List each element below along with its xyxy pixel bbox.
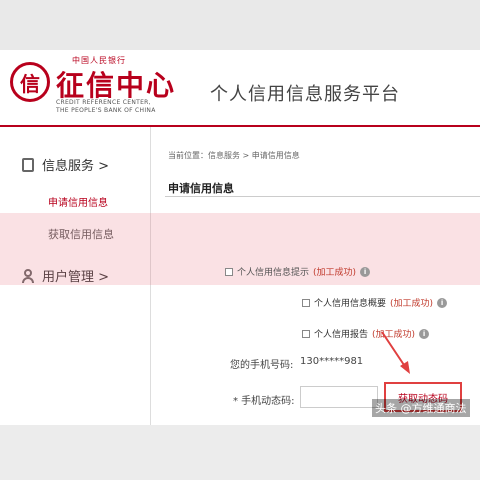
page-title: 申请信用信息 — [168, 182, 234, 195]
info-icon[interactable]: i — [360, 266, 371, 277]
sidebar-section-label: 信息服务 > — [42, 159, 110, 174]
option-credit-info-hint[interactable]: 个人信用信息提示 (加工成功) i — [225, 265, 371, 278]
sms-code-input[interactable] — [300, 386, 378, 408]
title-divider — [165, 196, 480, 197]
credit-center-logo-icon: 信 — [10, 62, 50, 102]
option-label: 个人信用信息提示 — [237, 268, 310, 278]
status-badge: (加工成功) — [390, 299, 434, 309]
checkbox[interactable] — [225, 267, 233, 276]
sidebar-item-apply-credit-info[interactable]: 申请信用信息 — [48, 194, 108, 209]
breadcrumb: 当前位置：信息服务 > 申请信用信息 — [168, 151, 300, 160]
watermark: 头条 @方维通商法 — [372, 399, 470, 417]
option-label: 个人信用信息概要 — [314, 299, 387, 309]
phone-value: 130*****981 — [300, 356, 364, 367]
option-credit-info-summary[interactable]: 个人信用信息概要 (加工成功) i — [302, 296, 448, 309]
document-icon — [22, 157, 34, 172]
red-arrow-icon — [381, 331, 410, 374]
bottom-band — [0, 425, 480, 480]
info-icon[interactable]: i — [419, 328, 430, 339]
sidebar-section-info-service[interactable]: 信息服务 > — [22, 155, 109, 174]
checkbox[interactable] — [302, 298, 310, 307]
sms-code-label: * 手机动态码: — [233, 396, 295, 407]
logo-subtitle-1: CREDIT REFERENCE CENTER, — [56, 99, 151, 106]
phone-label: 您的手机号码: — [230, 360, 294, 371]
checkbox[interactable] — [302, 329, 310, 338]
option-label: 个人信用报告 — [314, 330, 369, 340]
logo-subtitle-2: THE PEOPLE'S BANK OF CHINA — [56, 107, 156, 114]
info-icon[interactable]: i — [437, 297, 448, 308]
top-band — [0, 0, 480, 50]
logo-main-text: 征信中心 — [56, 69, 177, 102]
status-badge: (加工成功) — [313, 268, 357, 278]
platform-title: 个人信用信息服务平台 — [210, 84, 400, 105]
